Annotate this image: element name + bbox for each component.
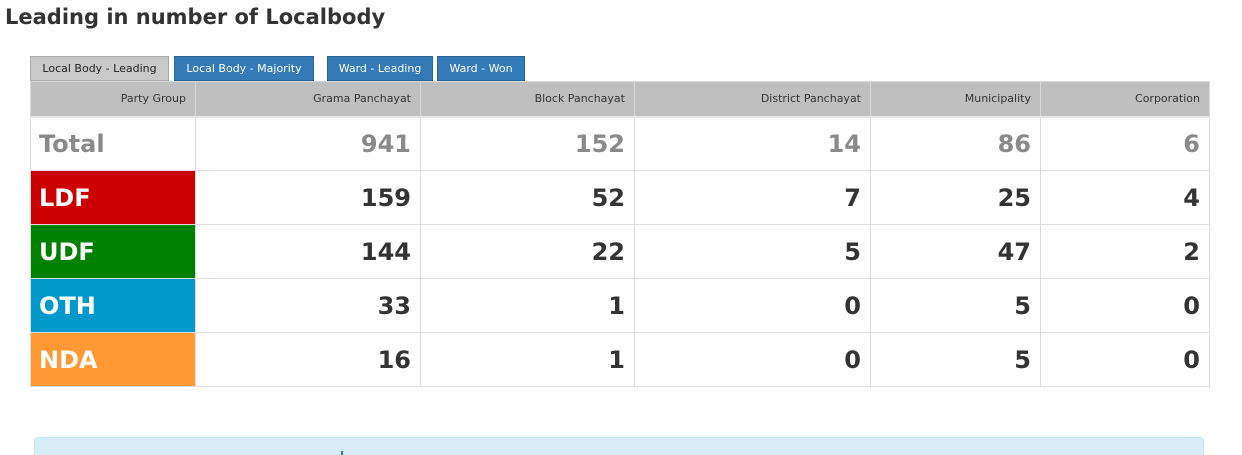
value-cell: 5 (870, 332, 1041, 387)
value-cell: 47 (870, 224, 1041, 279)
value-cell: 22 (420, 224, 635, 279)
value-cell: 144 (195, 224, 421, 279)
value-cell: 0 (634, 332, 871, 387)
table-row: Total 941 152 14 86 6 (30, 116, 1210, 171)
header-block-panchayat: Block Panchayat (420, 81, 635, 118)
table-header-row: Party Group Grama Panchayat Block Pancha… (30, 81, 1210, 118)
value-cell: 33 (195, 278, 421, 333)
table-row: OTH 33 1 0 5 0 (30, 278, 1210, 333)
value-cell: 6 (1040, 116, 1210, 171)
header-district-panchayat: District Panchayat (634, 81, 871, 118)
tab-local-body-leading[interactable]: Local Body - Leading (30, 56, 169, 81)
value-cell: 1 (420, 332, 635, 387)
party-cell: Total (30, 116, 196, 171)
value-cell: 14 (634, 116, 871, 171)
page-title: Leading in number of Localbody (5, 5, 386, 29)
value-cell: 5 (634, 224, 871, 279)
tab-ward-leading[interactable]: Ward - Leading (327, 56, 433, 81)
value-cell: 2 (1040, 224, 1210, 279)
header-corporation: Corporation (1040, 81, 1210, 118)
results-table: Party Group Grama Panchayat Block Pancha… (30, 81, 1210, 387)
table-row: UDF 144 22 5 47 2 (30, 224, 1210, 279)
value-cell: 25 (870, 170, 1041, 225)
info-box (34, 437, 1204, 455)
party-cell: OTH (30, 278, 196, 333)
value-cell: 941 (195, 116, 421, 171)
value-cell: 152 (420, 116, 635, 171)
info-box-glyph (341, 451, 343, 455)
table-row: NDA 16 1 0 5 0 (30, 332, 1210, 387)
value-cell: 0 (1040, 278, 1210, 333)
value-cell: 16 (195, 332, 421, 387)
header-grama-panchayat: Grama Panchayat (195, 81, 421, 118)
party-cell: NDA (30, 332, 196, 387)
header-municipality: Municipality (870, 81, 1041, 118)
value-cell: 1 (420, 278, 635, 333)
party-cell: LDF (30, 170, 196, 225)
value-cell: 7 (634, 170, 871, 225)
party-cell: UDF (30, 224, 196, 279)
value-cell: 4 (1040, 170, 1210, 225)
header-party-group: Party Group (30, 81, 196, 118)
value-cell: 52 (420, 170, 635, 225)
value-cell: 159 (195, 170, 421, 225)
value-cell: 86 (870, 116, 1041, 171)
value-cell: 5 (870, 278, 1041, 333)
tab-ward-won[interactable]: Ward - Won (437, 56, 525, 81)
table-row: LDF 159 52 7 25 4 (30, 170, 1210, 225)
value-cell: 0 (634, 278, 871, 333)
value-cell: 0 (1040, 332, 1210, 387)
tab-local-body-majority[interactable]: Local Body - Majority (174, 56, 314, 81)
